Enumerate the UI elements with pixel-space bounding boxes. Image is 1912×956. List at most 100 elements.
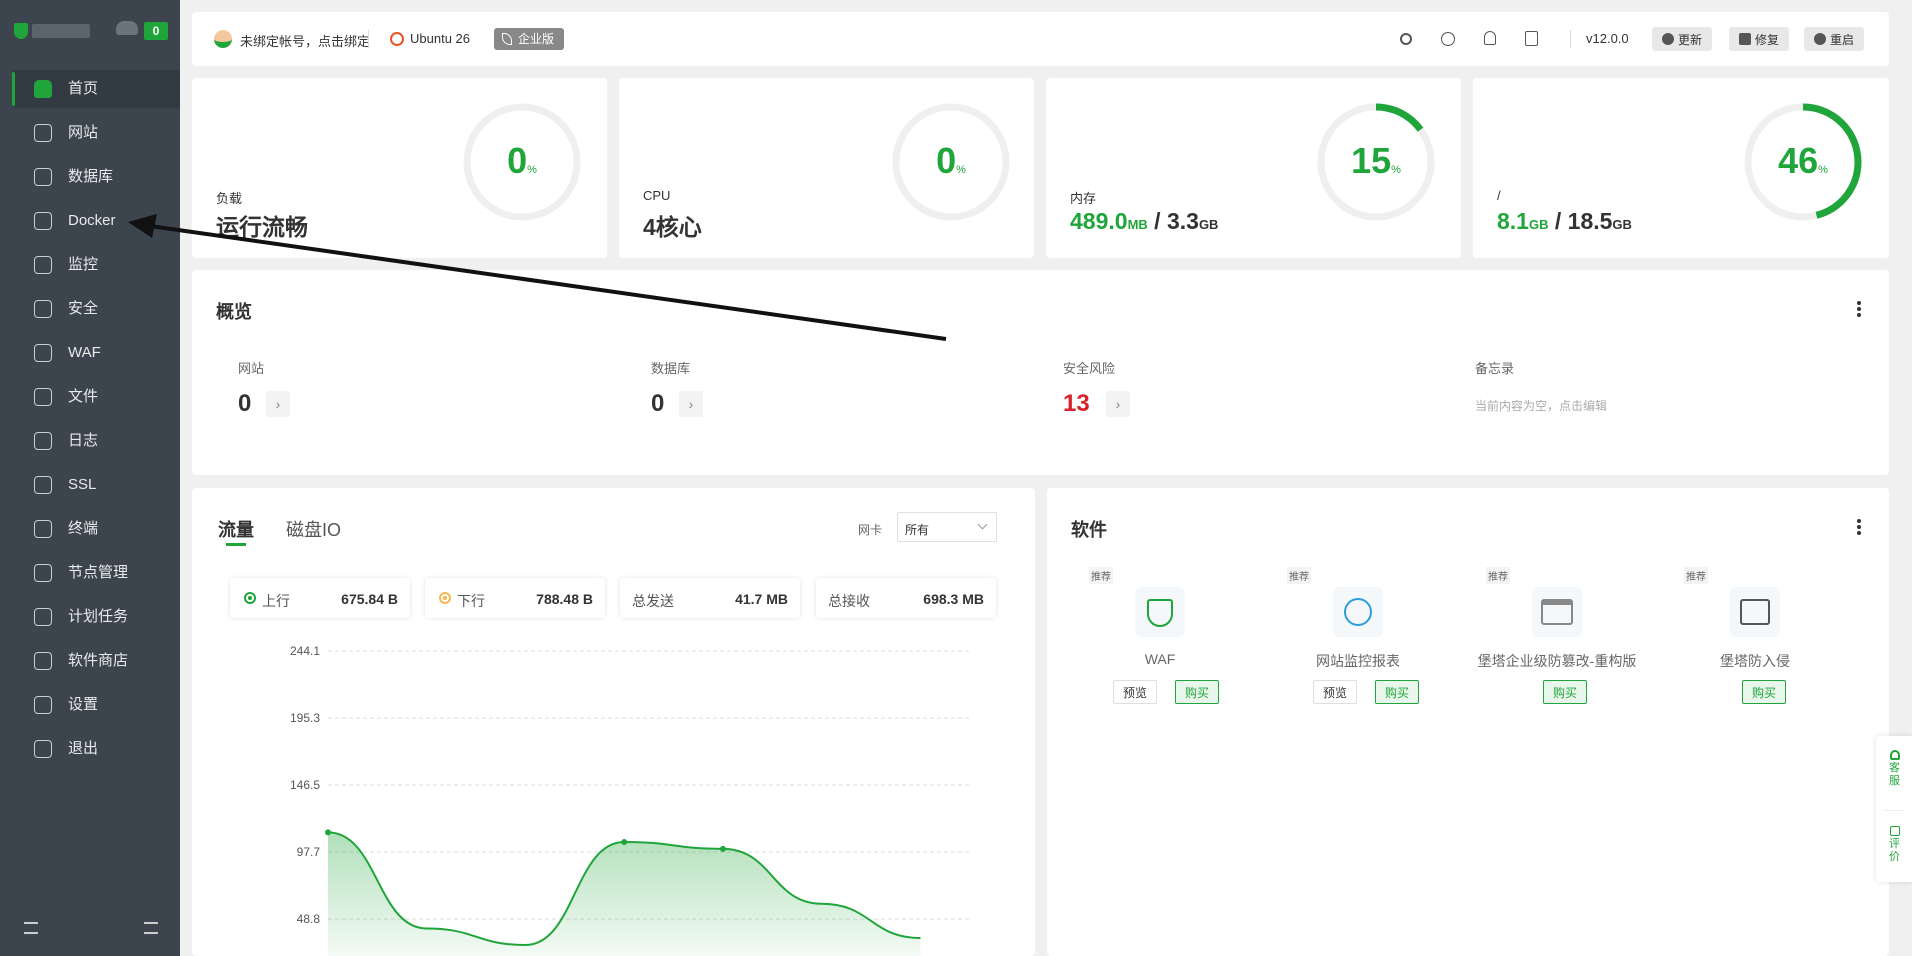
data-point[interactable] — [325, 829, 331, 836]
y-tick-label: 244.1 — [290, 644, 320, 658]
memory-card[interactable]: 内存 489.0MB / 3.3GB 15% — [1046, 78, 1461, 258]
overview-risk-value[interactable]: 13 — [1063, 390, 1090, 418]
overview-title: 概览 — [216, 302, 252, 322]
sidebar-item-3[interactable]: Docker — [12, 202, 180, 240]
message-badge[interactable]: 0 — [144, 22, 168, 40]
sidebar-item-9[interactable]: SSL — [12, 466, 180, 504]
radar-icon[interactable] — [1333, 587, 1383, 637]
buy-button[interactable]: 购买 — [1543, 680, 1588, 704]
memo-text[interactable]: 当前内容为空，点击编辑 — [1475, 397, 1607, 414]
sidebar-item-13[interactable]: 软件商店 — [12, 642, 180, 680]
memory-total-unit: GB — [1198, 217, 1219, 232]
preview-button[interactable]: 预览 — [1113, 680, 1158, 704]
chevron-right-icon[interactable]: › — [1106, 391, 1130, 417]
sidebar-item-11[interactable]: 节点管理 — [12, 554, 180, 592]
sidebar-item-label: 退出 — [68, 740, 99, 757]
disk-card[interactable]: / 8.1GB / 18.5GB 46% — [1473, 78, 1889, 258]
ssl-icon — [34, 476, 52, 494]
software-name[interactable]: 堡塔防入侵 — [1655, 651, 1855, 671]
update-button[interactable]: 更新 — [1652, 27, 1713, 51]
upload-stat: 上行 675.84 B — [230, 578, 410, 618]
sidebar-item-5[interactable]: 安全 — [12, 290, 180, 328]
overview-website-value[interactable]: 0 — [238, 390, 251, 418]
update-icon — [1662, 33, 1674, 45]
cpu-label: CPU — [643, 188, 671, 203]
bind-account-link[interactable]: 未绑定帐号，点击绑定 — [240, 31, 370, 50]
sidebar-item-6[interactable]: WAF — [12, 334, 180, 372]
tab-traffic[interactable]: 流量 — [218, 516, 254, 542]
terminal-icon — [34, 520, 52, 538]
sidebar-item-8[interactable]: 日志 — [12, 422, 180, 460]
overview-database-value[interactable]: 0 — [651, 390, 664, 418]
cpu-gauge: 0% — [891, 102, 1011, 222]
load-gauge: 0% — [462, 102, 582, 222]
software-name[interactable]: 网站监控报表 — [1258, 651, 1458, 671]
edit-icon[interactable] — [1890, 826, 1900, 836]
tab-disk-io[interactable]: 磁盘IO — [286, 516, 341, 542]
sidebar-item-1[interactable]: 网站 — [12, 114, 180, 152]
theme-sun-icon[interactable] — [1400, 33, 1412, 45]
collapse-sidebar-icon[interactable] — [24, 922, 38, 934]
chevron-right-icon[interactable]: › — [679, 391, 703, 417]
buy-button[interactable]: 购买 — [1742, 680, 1787, 704]
buy-button[interactable]: 购买 — [1175, 680, 1220, 704]
sidebar-item-10[interactable]: 终端 — [12, 510, 180, 548]
palette-icon[interactable] — [1441, 32, 1455, 46]
sidebar-item-label: 软件商店 — [68, 652, 129, 669]
wrench-icon — [1739, 33, 1751, 45]
notes-icon[interactable] — [1525, 31, 1538, 46]
sidebar-item-15[interactable]: 退出 — [12, 730, 180, 768]
restart-icon — [1814, 33, 1826, 45]
upload-label: 上行 — [262, 593, 290, 609]
disk-total: 18.5 — [1567, 208, 1613, 234]
review-button[interactable]: 评价 — [1889, 838, 1901, 864]
terminal-lock-icon[interactable] — [1730, 587, 1780, 637]
waf-shield-icon[interactable] — [1135, 587, 1185, 637]
disk-used: 8.1 — [1497, 208, 1529, 234]
folder-icon — [34, 388, 52, 406]
sidebar-item-14[interactable]: 设置 — [12, 686, 180, 724]
customer-service-button[interactable]: 客服 — [1889, 762, 1901, 788]
divider — [1570, 30, 1571, 48]
cloud-icon[interactable] — [116, 21, 138, 35]
load-card[interactable]: 负载 运行流畅 0% — [192, 78, 607, 258]
sidebar-item-2[interactable]: 数据库 — [12, 158, 180, 196]
user-avatar-icon[interactable] — [214, 30, 232, 48]
load-unit: % — [527, 164, 537, 176]
software-name[interactable]: WAF — [1060, 651, 1260, 667]
data-point[interactable] — [719, 845, 726, 852]
total-sent-label: 总发送 — [632, 593, 674, 609]
sidebar-item-0[interactable]: 首页 — [12, 70, 180, 108]
software-more-icon[interactable] — [1857, 519, 1861, 535]
total-received-stat: 总接收 698.3 MB — [816, 578, 996, 618]
logo[interactable] — [14, 20, 94, 42]
overview-risk-label: 安全风险 — [1063, 361, 1116, 376]
menu-list-icon[interactable] — [144, 922, 158, 934]
cpu-card[interactable]: CPU 4核心 0% — [619, 78, 1034, 258]
floating-service-tab: 客服 评价 — [1876, 736, 1912, 882]
software-name[interactable]: 堡塔企业级防篡改-重构版 — [1437, 651, 1677, 671]
restart-button[interactable]: 重启 — [1804, 27, 1865, 51]
load-percent: 0 — [507, 140, 528, 181]
overview-more-icon[interactable] — [1857, 301, 1861, 317]
overview-database-label: 数据库 — [651, 361, 691, 376]
browser-lock-icon[interactable] — [1532, 587, 1582, 637]
preview-button[interactable]: 预览 — [1313, 680, 1358, 704]
node-icon — [34, 564, 52, 582]
edition-badge[interactable]: 企业版 — [494, 28, 565, 50]
buy-button[interactable]: 购买 — [1375, 680, 1420, 704]
repair-button[interactable]: 修复 — [1729, 27, 1790, 51]
sidebar-item-label: 计划任务 — [68, 608, 129, 625]
overview-website-label: 网站 — [238, 361, 265, 376]
headset-icon[interactable] — [1890, 750, 1900, 760]
sidebar-item-4[interactable]: 监控 — [12, 246, 180, 284]
nic-select[interactable]: 所有 — [897, 512, 997, 542]
os-label: Ubuntu 26 — [410, 31, 470, 46]
version-label[interactable]: v12.0.0 — [1586, 31, 1629, 46]
sidebar-item-7[interactable]: 文件 — [12, 378, 180, 416]
y-tick-label: 146.5 — [290, 778, 320, 792]
chevron-right-icon[interactable]: › — [266, 391, 290, 417]
sidebar-item-12[interactable]: 计划任务 — [12, 598, 180, 636]
data-point[interactable] — [621, 838, 628, 845]
bell-icon[interactable] — [1484, 31, 1496, 45]
